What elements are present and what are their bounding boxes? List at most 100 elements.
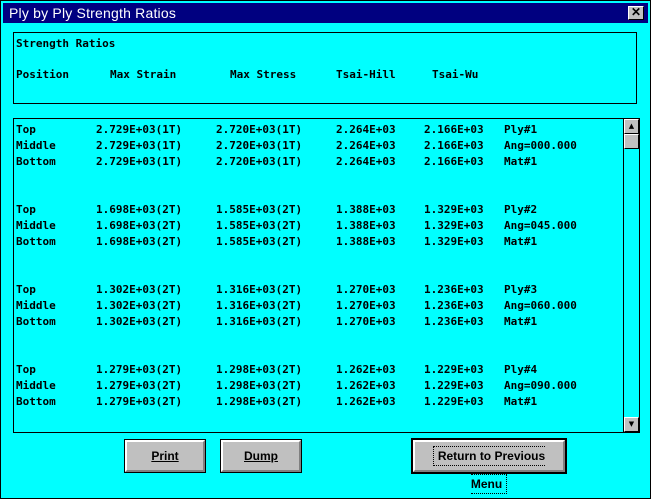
dump-button[interactable]: Dump (220, 439, 302, 473)
cell-max-stress: 1.298E+03(2T) (216, 379, 303, 392)
cell-tsai-wu: 1.229E+03 (424, 363, 484, 376)
cell-tsai-wu: 1.329E+03 (424, 203, 484, 216)
cell-ply-info: Mat#1 (504, 155, 538, 168)
cell-max-stress: 2.720E+03(1T) (216, 123, 303, 136)
header-panel: Strength Ratios Position Max Strain Max … (13, 32, 637, 104)
print-button[interactable]: Print (124, 439, 206, 473)
cell-position: Middle (16, 299, 56, 312)
cell-position: Middle (16, 139, 56, 152)
cell-position: Top (16, 363, 36, 376)
cell-max-stress: 1.298E+03(2T) (216, 395, 303, 408)
return-to-previous-menu-button[interactable]: Return to Previous Menu (411, 438, 567, 494)
title-bar[interactable]: Ply by Ply Strength Ratios ✕ (3, 3, 648, 23)
column-header-tsai-hill: Tsai-Hill (336, 68, 396, 81)
cell-tsai-wu: 2.166E+03 (424, 123, 484, 136)
cell-ply-info: Ply#3 (504, 283, 538, 296)
cell-tsai-hill: 1.262E+03 (336, 379, 396, 392)
table-row: Bottom 2.729E+03(1T) 2.720E+03(1T) 2.264E+0… (14, 155, 622, 171)
table-row: Middle 1.279E+03(2T) 1.298E+03(2T) 1.262E+0… (14, 379, 622, 395)
cell-ply-info: Mat#1 (504, 235, 538, 248)
table-row: Top 1.279E+03(2T) 1.298E+03(2T) 1.262E+03 1.… (14, 363, 622, 379)
cell-max-stress: 1.316E+03(2T) (216, 315, 303, 328)
cell-tsai-hill: 1.270E+03 (336, 315, 396, 328)
close-icon: ✕ (630, 5, 642, 19)
window-title: Ply by Ply Strength Ratios (9, 5, 177, 21)
cell-max-strain: 1.302E+03(2T) (96, 299, 183, 312)
cell-max-stress: 1.316E+03(2T) (216, 283, 303, 296)
cell-max-stress: 1.585E+03(2T) (216, 203, 303, 216)
scroll-up-button[interactable]: ▲ (624, 119, 639, 134)
cell-tsai-hill: 1.388E+03 (336, 219, 396, 232)
cell-tsai-wu: 1.236E+03 (424, 299, 484, 312)
cell-tsai-hill: 2.264E+03 (336, 155, 396, 168)
cell-tsai-hill: 1.270E+03 (336, 283, 396, 296)
print-button-label: Print (151, 449, 179, 463)
cell-max-strain: 1.698E+03(2T) (96, 203, 183, 216)
cell-tsai-wu: 1.329E+03 (424, 235, 484, 248)
close-button[interactable]: ✕ (628, 6, 644, 20)
cell-tsai-hill: 1.262E+03 (336, 395, 396, 408)
cell-ply-info: Ply#4 (504, 363, 538, 376)
cell-position: Bottom (16, 395, 56, 408)
table-row: Bottom 1.302E+03(2T) 1.316E+03(2T) 1.270E+0… (14, 315, 622, 331)
cell-max-strain: 1.302E+03(2T) (96, 315, 183, 328)
vertical-scrollbar[interactable]: ▲ ▼ (623, 119, 639, 432)
cell-ply-info: Ang=060.000 (504, 299, 577, 312)
cell-position: Top (16, 123, 36, 136)
cell-position: Bottom (16, 235, 56, 248)
arrow-down-icon: ▼ (628, 420, 635, 428)
cell-position: Top (16, 283, 36, 296)
table-row: Middle 2.729E+03(1T) 2.720E+03(1T) 2.264E+0… (14, 139, 622, 155)
cell-tsai-wu: 1.229E+03 (424, 395, 484, 408)
cell-max-strain: 1.279E+03(2T) (96, 379, 183, 392)
cell-tsai-hill: 2.264E+03 (336, 139, 396, 152)
cell-tsai-wu: 2.166E+03 (424, 139, 484, 152)
table-row: Top 2.729E+03(1T) 2.720E+03(1T) 2.264E+03 2.… (14, 123, 622, 139)
arrow-up-icon: ▲ (628, 122, 635, 130)
table-row: Middle 1.302E+03(2T) 1.316E+03(2T) 1.270E+0… (14, 299, 622, 315)
cell-ply-info: Ang=090.000 (504, 379, 577, 392)
cell-position: Top (16, 203, 36, 216)
cell-ply-info: Ang=045.000 (504, 219, 577, 232)
cell-max-strain: 2.729E+03(1T) (96, 123, 183, 136)
table-row: Top 1.698E+03(2T) 1.585E+03(2T) 1.388E+03 1.… (14, 203, 622, 219)
cell-max-strain: 2.729E+03(1T) (96, 155, 183, 168)
column-header-tsai-wu: Tsai-Wu (432, 68, 479, 81)
cell-tsai-hill: 1.388E+03 (336, 203, 396, 216)
cell-max-strain: 1.698E+03(2T) (96, 235, 183, 248)
cell-tsai-hill: 1.262E+03 (336, 363, 396, 376)
cell-tsai-wu: 2.166E+03 (424, 155, 484, 168)
cell-tsai-wu: 1.236E+03 (424, 283, 484, 296)
results-list[interactable]: Top 2.729E+03(1T) 2.720E+03(1T) 2.264E+03 2.… (13, 118, 640, 433)
return-button-label: Return to Previous Menu (432, 446, 546, 494)
scroll-thumb[interactable] (624, 134, 639, 149)
column-header-max-stress: Max Stress (230, 68, 297, 81)
cell-max-strain: 1.279E+03(2T) (96, 395, 183, 408)
cell-max-stress: 1.585E+03(2T) (216, 235, 303, 248)
cell-max-stress: 2.720E+03(1T) (216, 139, 303, 152)
cell-ply-info: Mat#1 (504, 315, 538, 328)
cell-max-stress: 2.720E+03(1T) (216, 155, 303, 168)
table-row: Bottom 1.279E+03(2T) 1.298E+03(2T) 1.262E+0… (14, 395, 622, 411)
cell-max-stress: 1.585E+03(2T) (216, 219, 303, 232)
cell-max-strain: 1.698E+03(2T) (96, 219, 183, 232)
dump-button-label: Dump (244, 449, 278, 463)
cell-tsai-hill: 2.264E+03 (336, 123, 396, 136)
cell-max-stress: 1.298E+03(2T) (216, 363, 303, 376)
cell-ply-info: Ang=000.000 (504, 139, 577, 152)
cell-max-strain: 1.279E+03(2T) (96, 363, 183, 376)
cell-position: Middle (16, 379, 56, 392)
scroll-down-button[interactable]: ▼ (624, 417, 639, 432)
cell-position: Middle (16, 219, 56, 232)
cell-tsai-wu: 1.229E+03 (424, 379, 484, 392)
column-header-max-strain: Max Strain (110, 68, 177, 81)
cell-ply-info: Ply#1 (504, 123, 538, 136)
cell-max-stress: 1.316E+03(2T) (216, 299, 303, 312)
cell-max-strain: 2.729E+03(1T) (96, 139, 183, 152)
cell-tsai-hill: 1.270E+03 (336, 299, 396, 312)
cell-max-strain: 1.302E+03(2T) (96, 283, 183, 296)
cell-tsai-wu: 1.329E+03 (424, 219, 484, 232)
column-header-position: Position (16, 68, 69, 81)
table-row: Top 1.302E+03(2T) 1.316E+03(2T) 1.270E+03 1.… (14, 283, 622, 299)
strength-ratios-window: Ply by Ply Strength Ratios ✕ Strength Ra… (0, 0, 651, 499)
